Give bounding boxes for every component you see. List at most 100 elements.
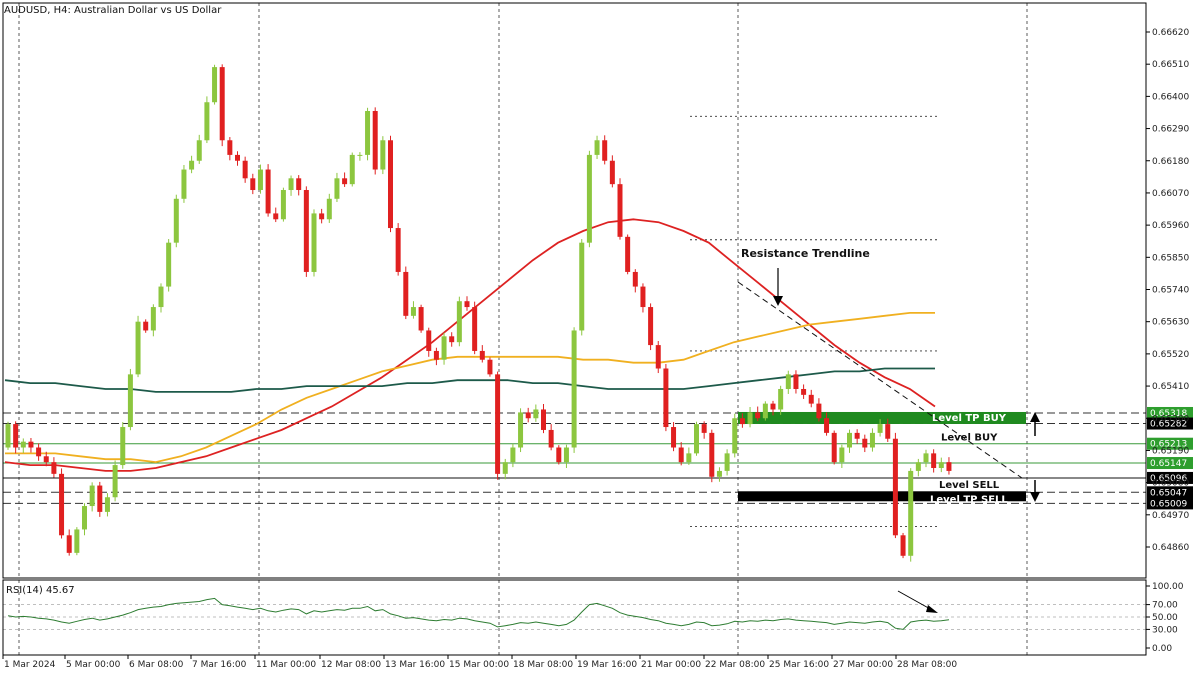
time-tick-label: 21 Mar 00:00 [641,660,701,670]
candle-body [678,447,684,463]
level-label: Level TP BUY [932,413,1007,424]
candle-body [410,307,416,316]
rsi-panel-frame [2,579,1147,656]
level-price-tag-text: 0.65047 [1150,488,1187,498]
level-label: Level TP SELL [930,494,1008,505]
time-tick-label: 13 Mar 16:00 [385,660,445,670]
candle-body [609,160,615,185]
candle-body [89,485,95,507]
candle-body [426,330,432,351]
candle-body [877,424,883,433]
candle-body [288,178,294,191]
chart: 0.653180.652820.652130.651470.650960.650… [2,2,1193,670]
candle-body [556,447,562,463]
time-tick-label: 19 Mar 16:00 [577,660,637,670]
candle-body [847,432,852,448]
time-tick-label: 22 Mar 08:00 [705,660,765,670]
candle-body [127,374,133,428]
candle-body [66,535,72,553]
price-tick-label: 0.66070 [1152,189,1189,199]
candle-body [13,424,19,448]
rsi-tick-label: 50.00 [1152,613,1178,623]
rsi-tick-label: 100.00 [1152,582,1184,592]
candle-body [563,447,569,463]
candle-body [82,506,87,530]
candle-body [104,497,110,512]
candle-body [694,424,699,454]
candle-body [5,424,11,448]
candle-body [518,412,524,448]
candle-body [250,178,256,191]
level-price-tag-text: 0.65147 [1150,459,1187,469]
candle-body [257,169,263,191]
level-price-tag-text: 0.65009 [1150,499,1187,509]
price-tick-label: 0.65410 [1152,382,1189,392]
rsi-line [7,597,950,630]
candle-body [709,432,715,477]
time-tick-label: 5 Mar 00:00 [66,660,121,670]
time-tick-label: 28 Mar 08:00 [897,660,957,670]
price-tick-label: 0.65300 [1152,414,1189,424]
candle-body [602,140,608,161]
time-tick-label: 27 Mar 00:00 [833,660,893,670]
candle-body [418,307,424,331]
price-tick-label: 0.65190 [1152,446,1189,456]
candle-body [915,462,921,471]
candle-body [464,301,470,308]
candle-body [487,359,493,375]
candle-body [839,447,845,463]
candle-body [885,424,891,439]
candle-body [342,178,348,185]
candle-body [365,111,371,155]
candle-body [747,412,753,425]
candle-body [510,447,516,463]
candle-body [640,286,646,308]
candle-body [808,394,814,404]
candle-body [112,465,118,498]
candle-body [227,140,233,155]
candle-body [716,470,722,477]
candle-body [908,470,914,556]
grid [18,3,1028,655]
time-tick-label: 12 Mar 08:00 [321,660,381,670]
candle-body [173,198,179,243]
candle-body [456,301,462,343]
candle-body [862,438,868,448]
resistance-trendline-label: Resistance Trendline [741,247,870,260]
rsi-arrow-head [926,605,938,613]
candle-body [265,169,271,214]
rsi-tick-label: 30.00 [1152,625,1178,635]
candle-body [762,403,768,419]
candle-body [296,178,302,191]
candle-body [571,330,577,448]
price-tick-label: 0.64860 [1152,543,1189,553]
candle-body [770,403,776,410]
candle-body [816,403,822,419]
price-tick-label: 0.65960 [1152,221,1189,231]
candle-body [181,169,187,199]
candle-body [502,462,508,474]
candle-body [441,336,447,360]
candle-body [280,190,286,220]
price-tick-label: 0.66180 [1152,157,1189,167]
candle-body [59,473,65,536]
candle-body [732,418,738,454]
candle-body [831,432,837,463]
candle-body [923,453,929,463]
price-tick-label: 0.65080 [1152,479,1189,489]
candle-body [686,453,692,463]
chart-title: AUDUSD, H4: Australian Dollar vs US Doll… [4,5,222,16]
candle-body [449,336,455,343]
price-tick-label: 0.65740 [1152,286,1189,296]
candle-body [739,418,745,425]
price-tick-label: 0.65630 [1152,318,1189,328]
candle-body [20,441,26,448]
candle-body [380,140,386,170]
candle-body [326,198,332,220]
candle-body [625,236,631,272]
candle-body [97,485,103,512]
candle-body [349,154,355,185]
candle-body [158,286,164,308]
candle-body [946,462,952,471]
candle-body [586,154,592,243]
